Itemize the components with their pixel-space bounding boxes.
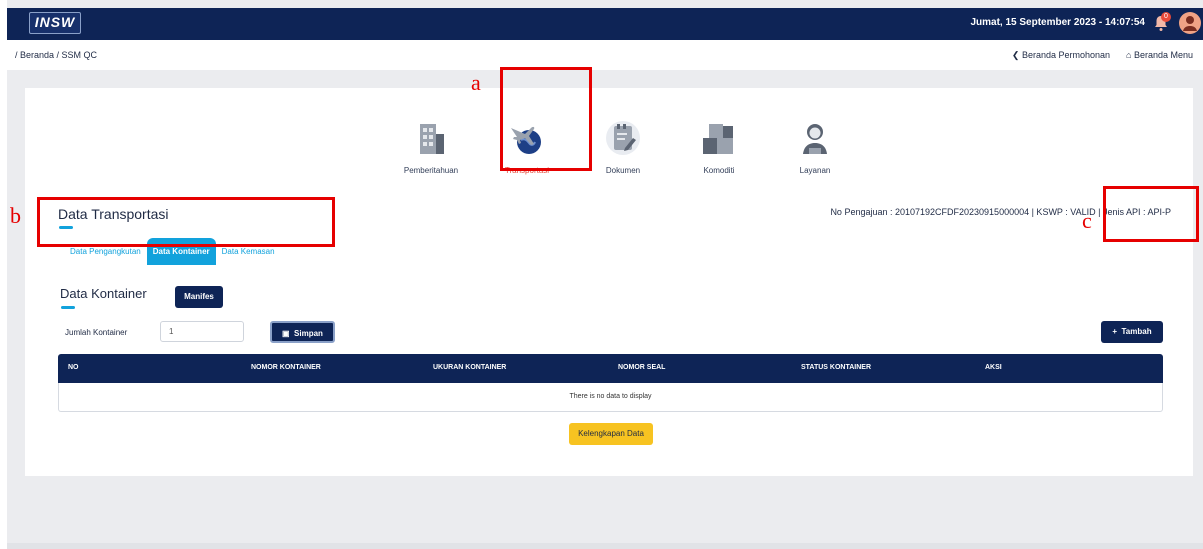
save-icon: ▣: [282, 329, 290, 338]
jumlah-kontainer-label: Jumlah Kontainer: [65, 328, 128, 337]
breadcrumb-bar: / Beranda / SSM QC ❮ Beranda Permohonan …: [7, 40, 1203, 70]
plus-icon: +: [1112, 327, 1118, 336]
simpan-button[interactable]: ▣ Simpan: [270, 321, 335, 343]
step-label: Layanan: [799, 166, 831, 175]
tambah-button[interactable]: + Tambah: [1101, 321, 1163, 343]
breadcrumb: / Beranda / SSM QC: [15, 50, 98, 60]
column-header: UKURAN KONTAINER: [433, 364, 507, 371]
jumlah-kontainer-input[interactable]: 1: [160, 321, 244, 342]
table-empty-row: There is no data to display: [58, 383, 1163, 412]
notification-bell-icon[interactable]: 0: [1153, 12, 1171, 32]
user-avatar-icon[interactable]: [1179, 12, 1201, 34]
column-header: NOMOR KONTAINER: [251, 364, 321, 371]
app-frame: INSW Jumat, 15 September 2023 - 14:07:54…: [7, 0, 1203, 549]
tambah-label: Tambah: [1121, 327, 1152, 336]
manifes-button[interactable]: Manifes: [175, 286, 223, 308]
kontainer-table: NO NOMOR KONTAINER UKURAN KONTAINER NOMO…: [58, 354, 1163, 412]
step-pemberitahuan[interactable]: Pemberitahuan: [383, 118, 479, 175]
step-komoditi[interactable]: Komoditi: [671, 118, 767, 175]
kelengkapan-data-button[interactable]: Kelengkapan Data: [569, 423, 653, 445]
document-icon: [603, 118, 643, 158]
column-header: NO: [68, 364, 79, 371]
top-navbar: INSW Jumat, 15 September 2023 - 14:07:54…: [7, 8, 1203, 40]
annotation-box-a: [500, 67, 592, 171]
kontainer-title: Data Kontainer: [60, 286, 147, 301]
step-label: Pemberitahuan: [403, 166, 459, 175]
annotation-label-b: b: [10, 203, 21, 228]
kontainer-title-underline: [61, 306, 75, 309]
notification-badge: 0: [1161, 12, 1171, 22]
footer-strip: [7, 543, 1203, 549]
customer-service-icon: [795, 118, 835, 158]
insw-logo[interactable]: INSW: [29, 12, 81, 34]
table-header: NO NOMOR KONTAINER UKURAN KONTAINER NOMO…: [58, 354, 1163, 383]
building-icon: [411, 118, 451, 158]
current-datetime: Jumat, 15 September 2023 - 14:07:54: [970, 17, 1145, 28]
beranda-menu-link[interactable]: ⌂ Beranda Menu: [1126, 50, 1193, 61]
annotation-box-b: [37, 197, 335, 247]
annotation-label-c: c: [1082, 208, 1092, 233]
logo-text: INSW: [34, 14, 76, 30]
header-nav-links: ❮ Beranda Permohonan ⌂ Beranda Menu: [1012, 50, 1193, 61]
simpan-label: Simpan: [294, 329, 323, 338]
wizard-steps: Pemberitahuan Transportasi Dokumen Komod…: [383, 118, 863, 175]
main-card: Pemberitahuan Transportasi Dokumen Komod…: [25, 88, 1193, 476]
column-header: NOMOR SEAL: [618, 364, 666, 371]
column-header: AKSI: [985, 364, 1002, 371]
step-layanan[interactable]: Layanan: [767, 118, 863, 175]
step-label: Komoditi: [703, 166, 735, 175]
boxes-icon: [699, 118, 739, 158]
column-header: STATUS KONTAINER: [801, 364, 871, 371]
annotation-box-c: [1103, 186, 1199, 242]
annotation-label-a: a: [471, 70, 481, 95]
beranda-permohonan-link[interactable]: ❮ Beranda Permohonan: [1012, 50, 1110, 61]
